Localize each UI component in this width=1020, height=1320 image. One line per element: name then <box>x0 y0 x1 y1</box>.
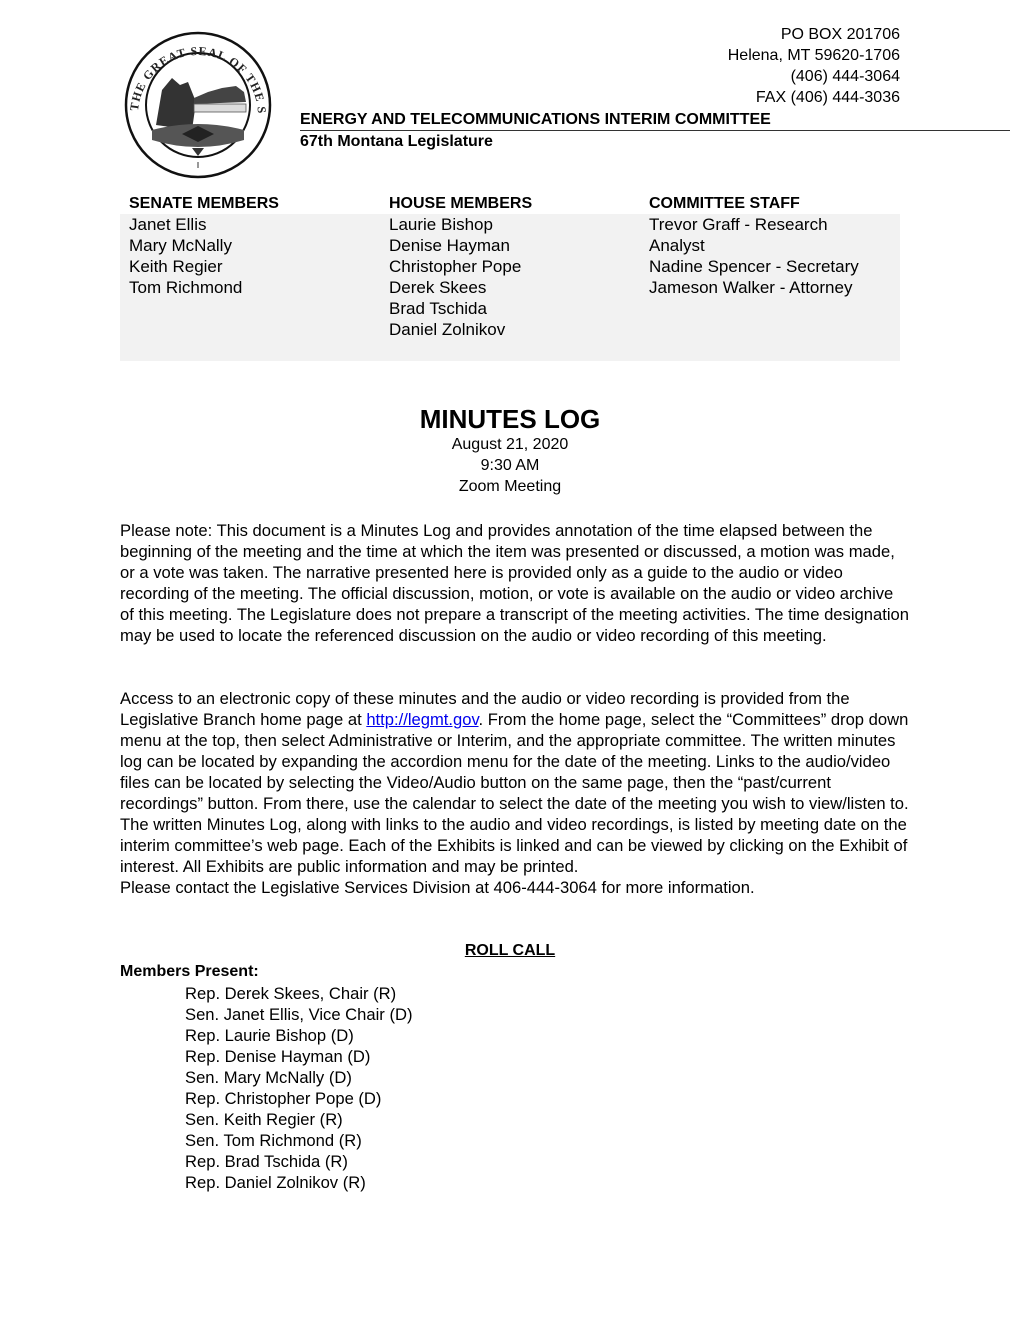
members-table-header: SENATE MEMBERS HOUSE MEMBERS COMMITTEE S… <box>120 194 900 214</box>
list-item: Rep. Derek Skees, Chair (R) <box>185 984 397 1003</box>
meeting-date: August 21, 2020 <box>451 436 569 453</box>
committee-name: ENERGY AND TELECOMMUNICATIONS INTERIM CO… <box>300 110 1010 131</box>
members-present-label: Members Present: <box>120 963 259 980</box>
list-item: Rep. Christopher Pope (D) <box>185 1089 382 1108</box>
house-member: Derek Skees <box>389 278 487 297</box>
page-title: MINUTES LOG <box>419 404 601 434</box>
meeting-time: 9:30 AM <box>480 457 540 474</box>
roll-call-heading: ROLL CALL <box>464 942 556 959</box>
senate-members-list: Janet Ellis Mary McNally Keith Regier To… <box>129 214 242 298</box>
meeting-location: Zoom Meeting <box>458 478 562 495</box>
address-block: PO BOX 201706 Helena, MT 59620-1706 (406… <box>728 24 900 108</box>
staff-line: Nadine Spencer - Secretary <box>649 257 859 276</box>
access-text-after-link: . From the home page, select the “Commit… <box>120 710 909 876</box>
senate-members-heading: SENATE MEMBERS <box>129 195 279 212</box>
list-item: Rep. Denise Hayman (D) <box>185 1047 371 1066</box>
committee-staff-heading: COMMITTEE STAFF <box>649 195 800 212</box>
access-paragraph: Access to an electronic copy of these mi… <box>120 688 910 898</box>
montana-state-seal-icon: THE GREAT SEAL OF THE STATE OF MONTANA <box>116 19 274 180</box>
contact-info: Please contact the Legislative Services … <box>120 878 755 897</box>
senate-member: Mary McNally <box>129 236 232 255</box>
staff-line: Analyst <box>649 236 705 255</box>
members-present-list: Rep. Derek Skees, Chair (R) Sen. Janet E… <box>185 983 412 1193</box>
phone-number: (406) 444-3064 <box>790 68 900 85</box>
fax-number: FAX (406) 444-3036 <box>755 89 900 106</box>
po-box: PO BOX 201706 <box>780 26 900 43</box>
staff-line: Jameson Walker - Attorney <box>649 278 853 297</box>
legmt-gov-link[interactable]: http://legmt.gov <box>366 710 478 729</box>
list-item: Sen. Tom Richmond (R) <box>185 1131 362 1150</box>
house-members-list: Laurie Bishop Denise Hayman Christopher … <box>389 214 521 340</box>
house-member: Laurie Bishop <box>389 215 493 234</box>
list-item: Rep. Daniel Zolnikov (R) <box>185 1173 366 1192</box>
senate-member: Tom Richmond <box>129 278 243 297</box>
staff-line: Trevor Graff - Research <box>649 215 828 234</box>
house-member: Denise Hayman <box>389 236 510 255</box>
senate-member: Keith Regier <box>129 257 223 276</box>
house-member: Christopher Pope <box>389 257 522 276</box>
city-state-zip: Helena, MT 59620-1706 <box>727 47 900 64</box>
note-paragraph: Please note: This document is a Minutes … <box>120 521 909 645</box>
list-item: Sen. Janet Ellis, Vice Chair (D) <box>185 1005 413 1024</box>
list-item: Rep. Laurie Bishop (D) <box>185 1026 354 1045</box>
members-table: Janet Ellis Mary McNally Keith Regier To… <box>120 214 900 361</box>
house-member: Daniel Zolnikov <box>389 320 506 339</box>
house-member: Brad Tschida <box>389 299 487 318</box>
house-members-heading: HOUSE MEMBERS <box>389 195 533 212</box>
legislature-label: 67th Montana Legislature <box>300 133 493 150</box>
committee-staff-list: Trevor Graff - Research Analyst Nadine S… <box>649 214 899 298</box>
list-item: Sen. Mary McNally (D) <box>185 1068 352 1087</box>
list-item: Sen. Keith Regier (R) <box>185 1110 343 1129</box>
list-item: Rep. Brad Tschida (R) <box>185 1152 348 1171</box>
minutes-header: MINUTES LOG August 21, 2020 9:30 AM Zoom… <box>0 404 1020 497</box>
senate-member: Janet Ellis <box>129 215 207 234</box>
